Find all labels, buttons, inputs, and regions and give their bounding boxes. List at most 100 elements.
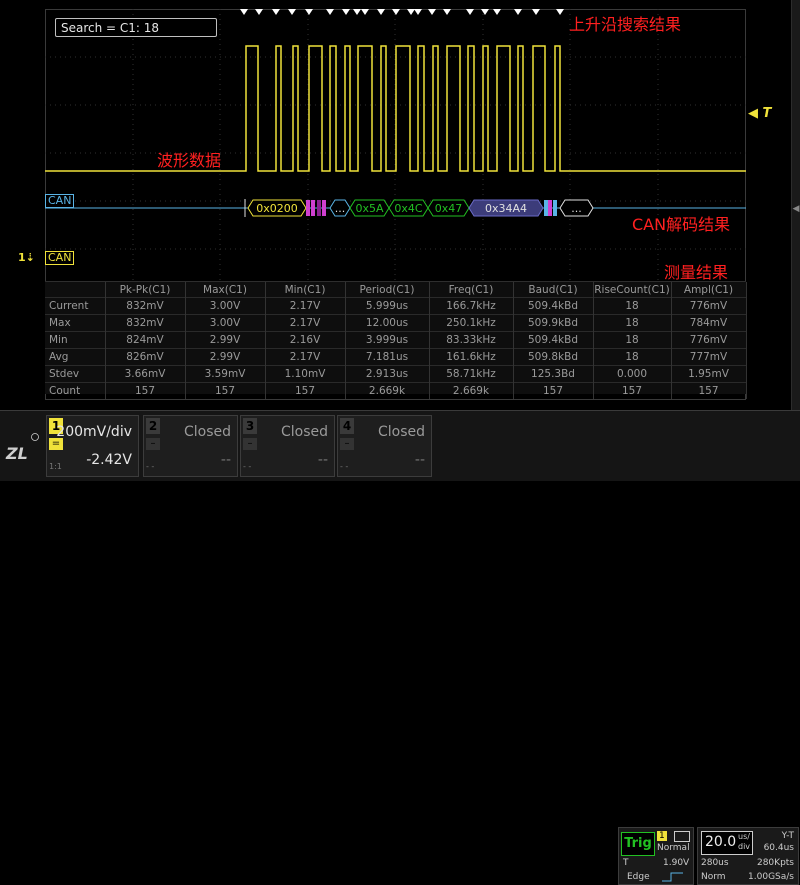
vertical-offset: -- [414,452,425,468]
can-frame-label: 0x5A [355,202,384,215]
can-field-marker [548,200,552,216]
rising-edge-annotation: 上升沿搜索结果 [569,15,682,34]
can-field-marker [311,200,315,216]
measurement-cell: 7.181us [345,348,430,366]
trigger-type: Edge [627,872,650,882]
vertical-scale: Closed [183,424,231,440]
svg-text:ZL: ZL [5,444,28,463]
search-marker-icon [272,9,280,15]
measurement-cell: 832mV [105,297,186,315]
trigger-panel[interactable]: Trig 1 Normal T 1.90V Edge [618,827,694,885]
channel-3-panel[interactable]: 3 – - - Closed -- [240,415,335,477]
can-bus-label-top[interactable]: CAN [45,194,75,208]
measurement-row: Min 824mV 2.99V 2.16V 3.999us 83.33kHz 509.4kB… [45,331,747,349]
side-panel-arrow-icon[interactable]: ◀ [792,202,800,216]
search-marker-icon [481,9,489,15]
timebase-panel[interactable]: 20.0 us/ div Y-T 60.4us 280us 280Kpts No… [697,827,799,885]
vertical-offset: -- [220,452,231,468]
measurement-row-label: Avg [45,348,106,366]
measurement-cell: 166.7kHz [429,297,514,315]
search-marker-icon [428,9,436,15]
vertical-scale: Closed [377,424,425,440]
search-marker-icon [532,9,540,15]
can-field-marker [322,200,326,216]
vertical-offset: -2.42V [86,452,132,468]
trigger-level-marker[interactable]: ◀ T [748,106,771,121]
can-bus-label-bottom[interactable]: CAN [45,251,75,265]
channel-1-panel[interactable]: 1 = 1:1 200mV/div -2.42V [46,415,139,477]
measurement-cell: 3.00V [185,297,266,315]
search-marker-icon [342,9,350,15]
waveform-canvas: 0x0200... 0x5A 0x4C 0x47 0x34A4... [45,9,746,280]
can-field-marker [317,200,321,216]
search-marker-icon [556,9,564,15]
measurement-row: Current 832mV 3.00V 2.17V 5.999us 166.7kHz 509… [45,297,747,315]
measurement-cell: 509.8kBd [513,348,594,366]
memory-points: 280Kpts [756,858,794,868]
measurement-cell: 157 [593,382,672,399]
channel-4-panel[interactable]: 4 – - - Closed -- [337,415,432,477]
measurement-cell: 776mV [671,331,747,349]
measurement-cell: 125.3Bd [513,365,594,383]
ch1-marker-number: 1 [18,251,26,264]
channel-number: 4 [340,418,354,434]
measurement-cell: 826mV [105,348,186,366]
vertical-scale: Closed [280,424,328,440]
measurement-header-cell: Max(C1) [185,282,266,298]
measurement-header-cell: Min(C1) [265,282,346,298]
measurement-cell: 83.33kHz [429,331,514,349]
measurement-cell: 2.913us [345,365,430,383]
trigger-delay: 60.4us [763,843,794,853]
measurement-cell: 2.17V [265,314,346,332]
acquisition-mode: Norm [701,872,726,882]
measurement-cell: 776mV [671,297,747,315]
search-marker-icon [514,9,522,15]
channel-2-panel[interactable]: 2 – - - Closed -- [143,415,238,477]
measurement-header-cell [45,282,106,298]
coupling-icon: – [243,438,257,450]
waveform-screen[interactable]: 0x0200... 0x5A 0x4C 0x47 0x34A4... Search = … [0,0,800,410]
measurement-cell: 2.99V [185,331,266,349]
search-marker-icon [326,9,334,15]
trigger-mode: Normal [657,843,690,853]
can-frame-label: 0x47 [435,202,463,215]
measurement-cell: 3.66mV [105,365,186,383]
search-marker-icon [493,9,501,15]
measurement-cell: 777mV [671,348,747,366]
search-result-box[interactable]: Search = C1: 18 [55,18,217,37]
measurement-cell: 3.59mV [185,365,266,383]
measurement-cell: 832mV [105,314,186,332]
can-frame-label: ... [571,202,582,215]
search-marker-icon [305,9,313,15]
measurement-header-cell: Baud(C1) [513,282,594,298]
measurement-cell: 1.95mV [671,365,747,383]
measurement-row-label: Stdev [45,365,106,383]
ch1-waveform [45,45,746,172]
measurement-cell: 12.00us [345,314,430,332]
search-marker-icon [377,9,385,15]
measurement-cell: 157 [105,382,186,399]
vertical-scale: 200mV/div [56,424,132,440]
search-marker-icon [361,9,369,15]
search-marker-icon [288,9,296,15]
probe-ratio: - - [146,462,155,471]
search-result-markers [240,9,564,15]
trig-status-button[interactable]: Trig [621,832,655,856]
measurement-cell: 509.9kBd [513,314,594,332]
ch1-offset-marker[interactable]: 1⇣ [18,251,35,264]
zlg-logo-icon: ZL [5,433,39,463]
measurement-cell: 2.17V [265,348,346,366]
search-marker-icon [414,9,422,15]
rising-edge-icon [662,872,683,882]
bottom-status-bar: ZL 1 = 1:1 200mV/div -2.42V 2– - - Closed -- 3– - … [0,410,800,885]
can-frame-label: 0x34A4 [485,202,527,215]
timebase-scale-box[interactable]: 20.0 us/ div [701,831,753,855]
timebase-mode: Y-T [781,831,794,841]
measurement-row-label: Count [45,382,106,399]
trigger-type-label: T [623,858,629,868]
vertical-offset: -- [317,452,328,468]
measurement-cell: 157 [265,382,346,399]
measurement-cell: 2.16V [265,331,346,349]
measurement-row: Stdev 3.66mV 3.59mV 1.10mV 2.913us 58.71kHz 12… [45,365,747,383]
search-marker-icon [392,9,400,15]
